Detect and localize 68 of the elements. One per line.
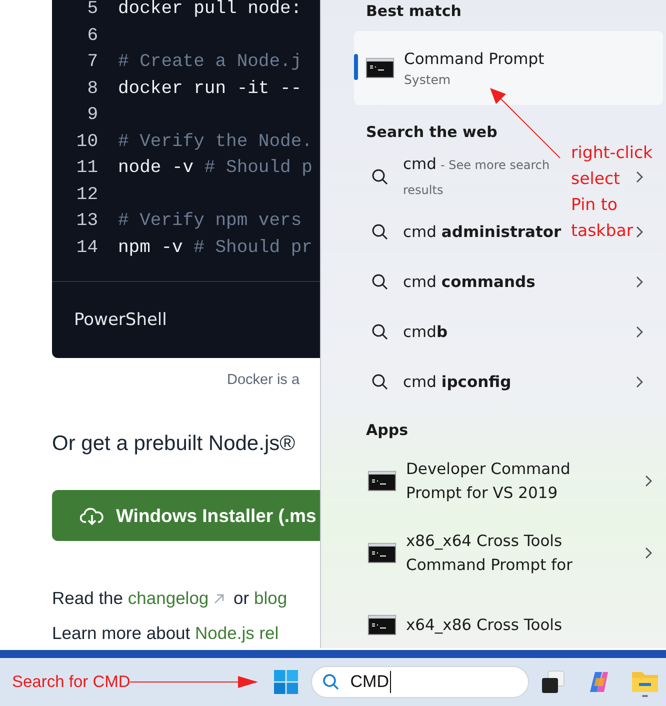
app-result[interactable]: Developer Command Prompt for VS 2019	[354, 445, 663, 517]
result-subtitle: System	[404, 72, 452, 86]
search-field[interactable]: CMD	[311, 666, 530, 698]
result-title: Command Prompt	[404, 50, 544, 68]
heading: Or get a prebuilt Node.js®	[52, 432, 296, 456]
body-text: or	[232, 588, 250, 609]
link[interactable]: Node.js rel	[195, 623, 279, 644]
search-icon	[371, 373, 389, 391]
external-link-icon	[212, 592, 225, 604]
web-result[interactable]: cmd - See more search results	[403, 152, 565, 202]
line-number: 13	[75, 211, 98, 232]
web-result[interactable]: cmd commands	[403, 270, 536, 294]
chevron-icon	[635, 376, 643, 388]
chevron-icon	[644, 475, 652, 487]
link[interactable]: changelog	[128, 588, 209, 609]
line-number: 12	[75, 184, 98, 205]
line-number: 10	[75, 132, 98, 152]
code-line: docker run -it --	[118, 78, 302, 99]
line-number: 5	[86, 0, 98, 20]
annotation-text: right-click	[571, 142, 653, 164]
body-text: Learn more about	[52, 623, 192, 644]
task-view-icon[interactable]	[541, 670, 566, 694]
terminal-icon	[366, 58, 394, 78]
search-icon	[371, 273, 389, 291]
annotation-text: taskbar	[571, 220, 634, 242]
search-icon	[322, 673, 340, 691]
line-number: 14	[75, 238, 98, 258]
terminal-icon	[368, 615, 396, 635]
annotation-text: Search for CMD	[12, 672, 130, 692]
code-line: node -v # Should p	[118, 158, 312, 178]
search-icon	[371, 323, 389, 341]
code-line: # Verify the Node.	[118, 132, 312, 152]
cloud-download-icon	[80, 506, 104, 526]
line-number: 8	[86, 78, 98, 99]
caption: Docker is a	[226, 372, 301, 388]
section-heading: Search the web	[365, 122, 498, 143]
web-result[interactable]: cmd administrator	[403, 220, 562, 244]
chevron-icon	[635, 226, 643, 238]
web-result[interactable]: cmd ipconfig	[403, 370, 512, 394]
line-number: 6	[86, 26, 98, 46]
app-result[interactable]: x64_x86 Cross Tools	[354, 589, 663, 648]
annotation-text: Pin to	[571, 194, 618, 216]
chevron-icon	[635, 326, 643, 338]
code-line: # Create a Node.j	[118, 52, 302, 72]
chevron-icon	[635, 276, 643, 288]
body-text: Read the	[52, 588, 124, 609]
terminal-icon	[368, 471, 396, 491]
windows-logo-icon[interactable]	[274, 670, 298, 694]
code-line: # Verify npm vers	[118, 211, 302, 232]
language-label: PowerShell	[74, 310, 167, 330]
search-icon	[371, 168, 389, 186]
chevron-icon	[644, 547, 652, 559]
download-button[interactable]: Windows Installer (.ms	[52, 490, 320, 541]
section-heading: Apps	[365, 420, 410, 441]
terminal-icon	[368, 543, 396, 563]
line-number: 11	[75, 158, 98, 178]
best-match-item[interactable]: Command Prompt System	[354, 31, 663, 105]
line-number: 9	[86, 105, 98, 126]
search-icon	[371, 223, 389, 241]
annotation-text: select	[571, 168, 620, 190]
code-line: npm -v # Should pr	[118, 238, 312, 258]
link[interactable]: blog	[254, 588, 288, 609]
line-number: 7	[86, 52, 98, 72]
chevron-icon	[635, 171, 643, 183]
app-result[interactable]: x86_x64 Cross Tools Command Prompt for	[354, 517, 663, 589]
code-line: docker pull node:	[118, 0, 302, 20]
web-result[interactable]: cmdb	[403, 320, 448, 344]
section-heading: Best match	[365, 1, 462, 22]
